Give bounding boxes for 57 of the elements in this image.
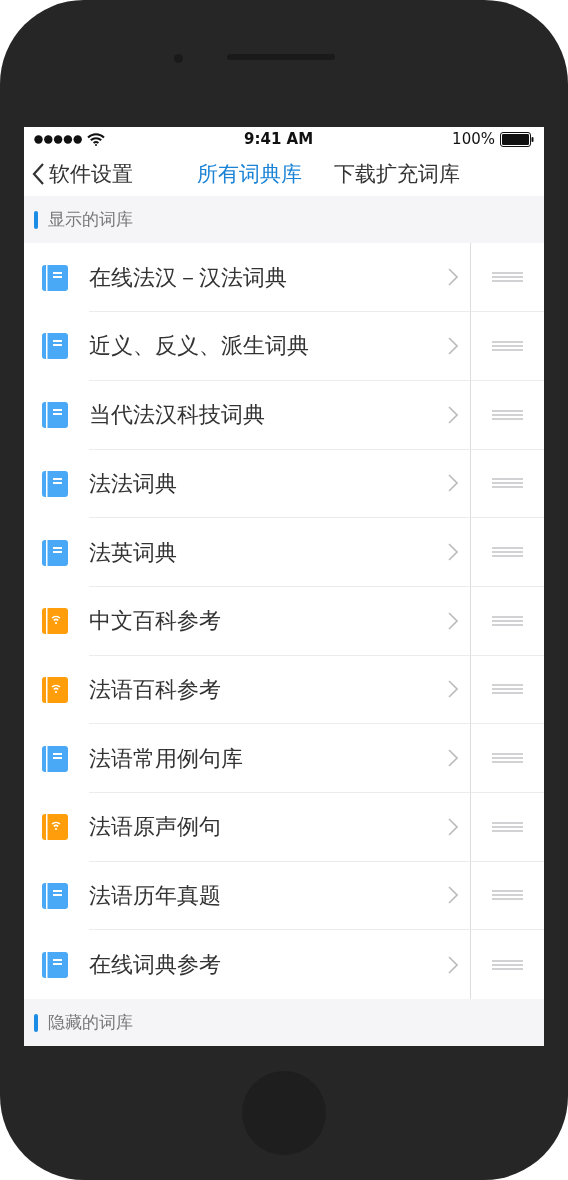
drag-handle-icon[interactable] — [492, 615, 523, 626]
wifi-book-icon — [42, 676, 68, 703]
section-marker — [34, 1013, 38, 1032]
chevron-icon — [448, 817, 458, 836]
drag-handle-icon[interactable] — [492, 478, 523, 489]
section-marker — [34, 210, 38, 229]
drag-handle-icon[interactable] — [492, 821, 523, 832]
dictionary-name[interactable]: 法语百科参考 — [89, 672, 448, 706]
drag-handle-icon[interactable] — [492, 753, 523, 764]
drag-handle-icon[interactable] — [492, 340, 523, 351]
back-icon — [32, 162, 45, 187]
chevron-icon — [448, 680, 458, 699]
status-time: 9:41 AM — [243, 129, 315, 151]
nav-tab[interactable]: 下载扩充词库 — [334, 158, 460, 191]
book-icon — [42, 882, 68, 909]
dictionary-name[interactable]: 法英词典 — [89, 535, 448, 569]
chevron-icon — [448, 611, 458, 630]
battery-percent: 100% — [452, 129, 495, 151]
dictionary-name[interactable]: 法语原声例句 — [89, 810, 448, 844]
book-icon — [42, 470, 68, 497]
nav-tab[interactable]: 所有词典库 — [197, 158, 302, 191]
book-icon — [42, 951, 68, 978]
dictionary-name[interactable]: 当代法汉科技词典 — [89, 398, 448, 432]
drag-handle-icon[interactable] — [492, 890, 523, 901]
chevron-icon — [448, 474, 458, 493]
section-title: 显示的词库 — [48, 208, 133, 232]
signal-icon — [34, 135, 82, 145]
section-title: 隐藏的词库 — [48, 1010, 133, 1034]
chevron-icon — [448, 268, 458, 287]
drag-handle-icon[interactable] — [492, 547, 523, 558]
dictionary-name[interactable]: 在线词典参考 — [89, 948, 448, 982]
back-button[interactable]: 软件设置 — [32, 158, 133, 191]
wifi-icon — [87, 133, 105, 147]
chevron-icon — [448, 543, 458, 562]
dictionary-name[interactable]: 近义、反义、派生词典 — [89, 329, 448, 363]
book-icon — [42, 333, 68, 360]
wifi-book-icon — [42, 814, 68, 841]
chevron-icon — [448, 336, 458, 355]
book-icon — [42, 745, 68, 772]
dictionary-name[interactable]: 法语常用例句库 — [89, 741, 448, 775]
drag-handle-icon[interactable] — [492, 409, 523, 420]
dictionary-name[interactable]: 在线法汉－汉法词典 — [89, 260, 448, 294]
book-icon — [42, 402, 68, 429]
chevron-icon — [448, 955, 458, 974]
chevron-icon — [448, 405, 458, 424]
chevron-icon — [448, 749, 458, 768]
book-icon — [42, 539, 68, 566]
wifi-book-icon — [42, 608, 68, 635]
dictionary-name[interactable]: 法法词典 — [89, 466, 448, 500]
chevron-icon — [448, 886, 458, 905]
battery-icon — [500, 132, 534, 148]
drag-handle-icon[interactable] — [492, 272, 523, 283]
dictionary-name[interactable]: 法语历年真题 — [89, 878, 448, 912]
dictionary-name[interactable]: 中文百科参考 — [89, 604, 448, 638]
book-icon — [42, 264, 68, 291]
drag-handle-icon[interactable] — [492, 959, 523, 970]
drag-handle-icon[interactable] — [492, 684, 523, 695]
